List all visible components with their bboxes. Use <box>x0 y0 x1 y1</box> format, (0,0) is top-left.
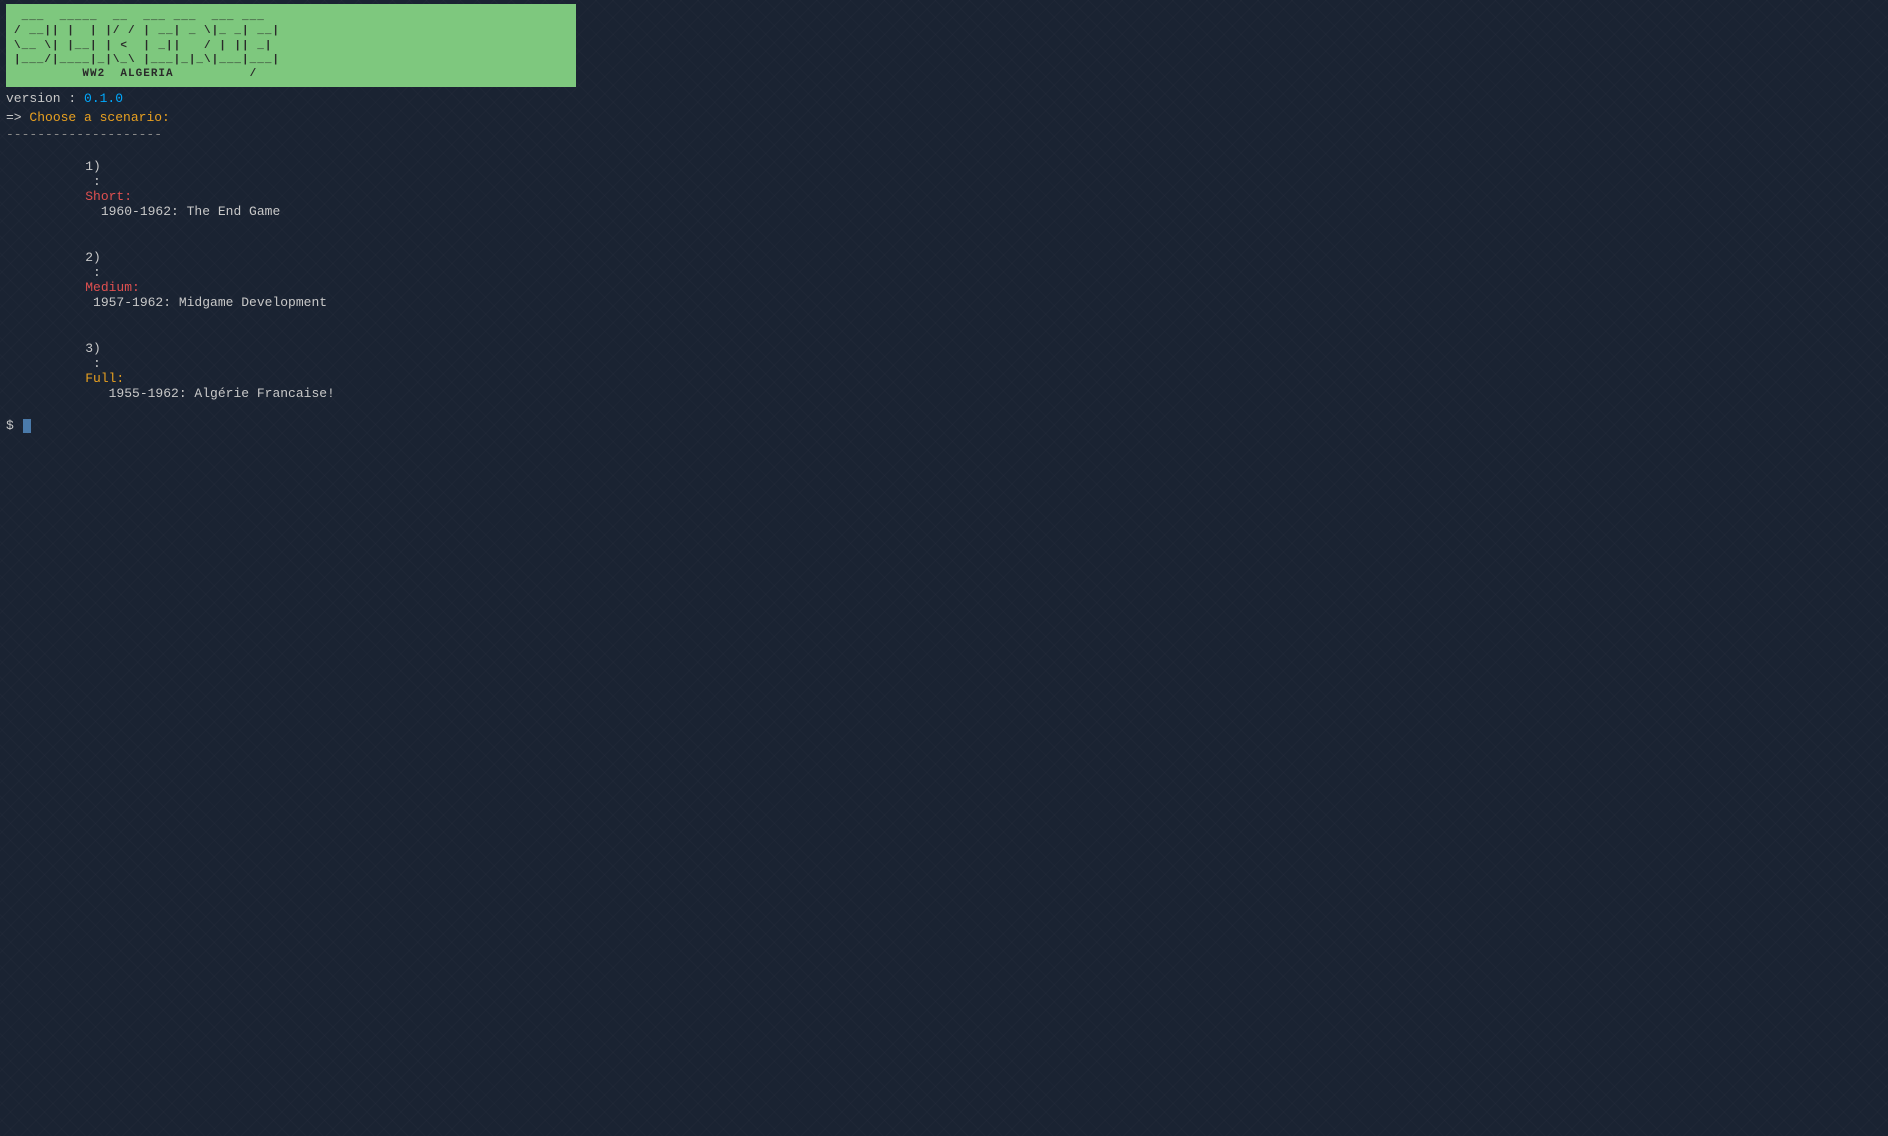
ascii-line-3: \__ \| |__| | < | _|| / | || _| <box>14 39 568 53</box>
ascii-banner: ___ _____ __ ___ ___ ___ ___ / __|| | | … <box>6 4 576 87</box>
scenario-num-2: 2) <box>85 250 101 265</box>
scenario-item-1[interactable]: 1) : Short: 1960-1962: The End Game <box>6 144 1882 234</box>
ascii-line-1: ___ _____ __ ___ ___ ___ ___ <box>14 10 568 24</box>
scenario-type-3: Full: <box>85 371 124 386</box>
scenario-num-3: 3) <box>85 341 101 356</box>
scenario-desc-1: 1960-1962: The End Game <box>85 204 280 219</box>
version-number: 0.1.0 <box>84 91 123 106</box>
scenario-colon-2: : <box>85 265 108 280</box>
input-prompt: $ <box>6 418 22 433</box>
prompt-line: => Choose a scenario: <box>6 110 1882 125</box>
scenario-type-2: Medium: <box>85 280 140 295</box>
prompt-choose: Choose a scenario: <box>29 110 169 125</box>
ascii-line-4: |___/|____|_|\_\ |___|_|_\|___|___| <box>14 53 568 67</box>
scenario-colon-3: : <box>85 356 108 371</box>
terminal: ___ _____ __ ___ ___ ___ ___ / __|| | | … <box>0 0 1888 437</box>
version-label: version : <box>6 91 84 106</box>
scenario-num-1: 1) <box>85 159 101 174</box>
prompt-arrow: => <box>6 110 22 125</box>
scenario-item-2[interactable]: 2) : Medium: 1957-1962: Midgame Developm… <box>6 235 1882 325</box>
scenario-desc-3: 1955-1962: Algérie Francaise! <box>85 386 335 401</box>
ascii-line-5: WW2 ALGERIA / <box>14 67 568 81</box>
cursor <box>23 419 31 433</box>
version-line: version : 0.1.0 <box>6 91 1882 106</box>
input-line[interactable]: $ <box>6 418 1882 433</box>
scenario-desc-2: 1957-1962: Midgame Development <box>85 295 327 310</box>
scenario-colon-1: : <box>85 174 108 189</box>
separator-line: -------------------- <box>6 127 1882 142</box>
ascii-line-2: / __|| | | |/ / | __| _ \|_ _| __| <box>14 24 568 38</box>
scenario-item-3[interactable]: 3) : Full: 1955-1962: Algérie Francaise! <box>6 326 1882 416</box>
separator-text: -------------------- <box>6 127 162 142</box>
scenario-type-1: Short: <box>85 189 132 204</box>
